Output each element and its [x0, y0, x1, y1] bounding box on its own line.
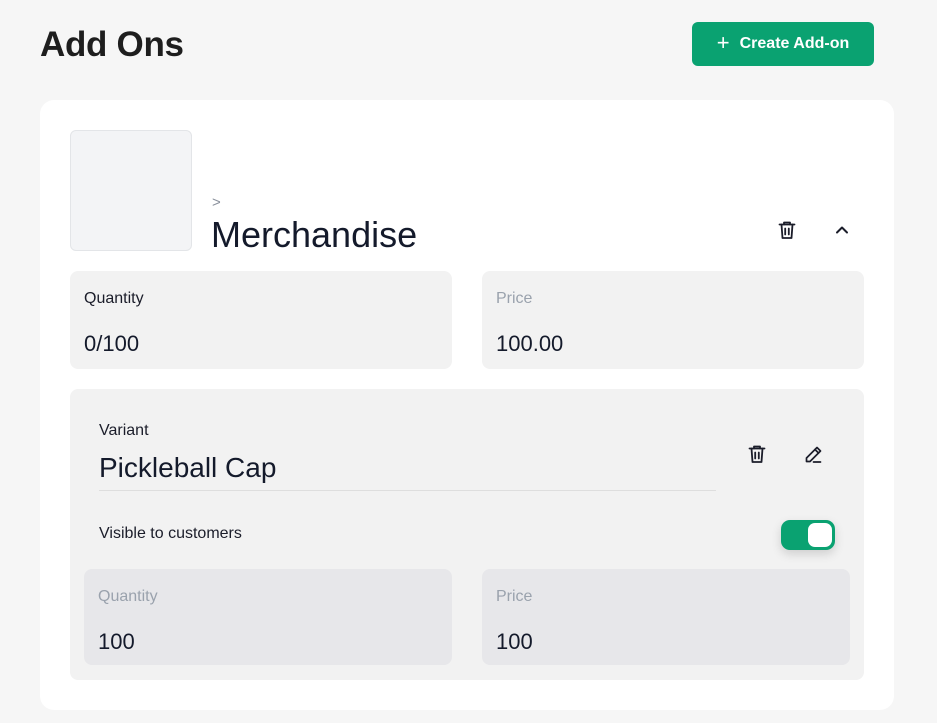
variant-price-label: Price	[496, 588, 533, 605]
variant-quantity-value: 100	[98, 629, 135, 654]
variant-price-value: 100	[496, 629, 533, 654]
delete-add-on-button[interactable]	[771, 214, 803, 246]
visible-to-customers-label: Visible to customers	[99, 525, 242, 542]
breadcrumb: >	[212, 194, 221, 211]
page-title: Add Ons	[40, 25, 184, 64]
pencil-icon	[805, 446, 821, 463]
add-ons-page: Add Ons + Create Add-on > Merchandise Qu…	[0, 0, 937, 723]
trash-icon	[748, 445, 766, 463]
add-on-price-field: Price 100.00	[482, 271, 864, 369]
variant-quantity-field[interactable]: Quantity 100	[84, 569, 452, 665]
price-label: Price	[496, 290, 533, 307]
variant-divider	[99, 490, 716, 491]
variant-price-field[interactable]: Price 100	[482, 569, 850, 665]
variant-name: Pickleball Cap	[99, 452, 277, 483]
create-add-on-label: Create Add-on	[739, 35, 850, 52]
create-add-on-button[interactable]: + Create Add-on	[692, 22, 874, 66]
trash-icon	[778, 221, 796, 239]
chevron-up-icon	[836, 226, 848, 234]
edit-variant-button[interactable]	[797, 438, 829, 470]
variant-quantity-label: Quantity	[98, 588, 158, 605]
variant-label: Variant	[99, 422, 149, 439]
price-value: 100.00	[496, 331, 564, 356]
add-on-quantity-field: Quantity 0/100	[70, 271, 452, 369]
quantity-label: Quantity	[84, 290, 144, 307]
delete-variant-button[interactable]	[741, 438, 773, 470]
quantity-value: 0/100	[84, 331, 140, 356]
add-on-image-placeholder[interactable]	[70, 130, 192, 251]
variant-panel: Variant Pickleball Cap Visible to custom…	[70, 389, 864, 680]
toggle-knob	[808, 523, 832, 547]
plus-icon: +	[716, 30, 730, 55]
add-on-name: Merchandise	[211, 214, 418, 255]
add-on-card: > Merchandise Quantity 0/100 Price 100.0…	[40, 100, 894, 710]
visible-to-customers-toggle[interactable]	[781, 520, 835, 550]
collapse-add-on-button[interactable]	[826, 214, 858, 246]
